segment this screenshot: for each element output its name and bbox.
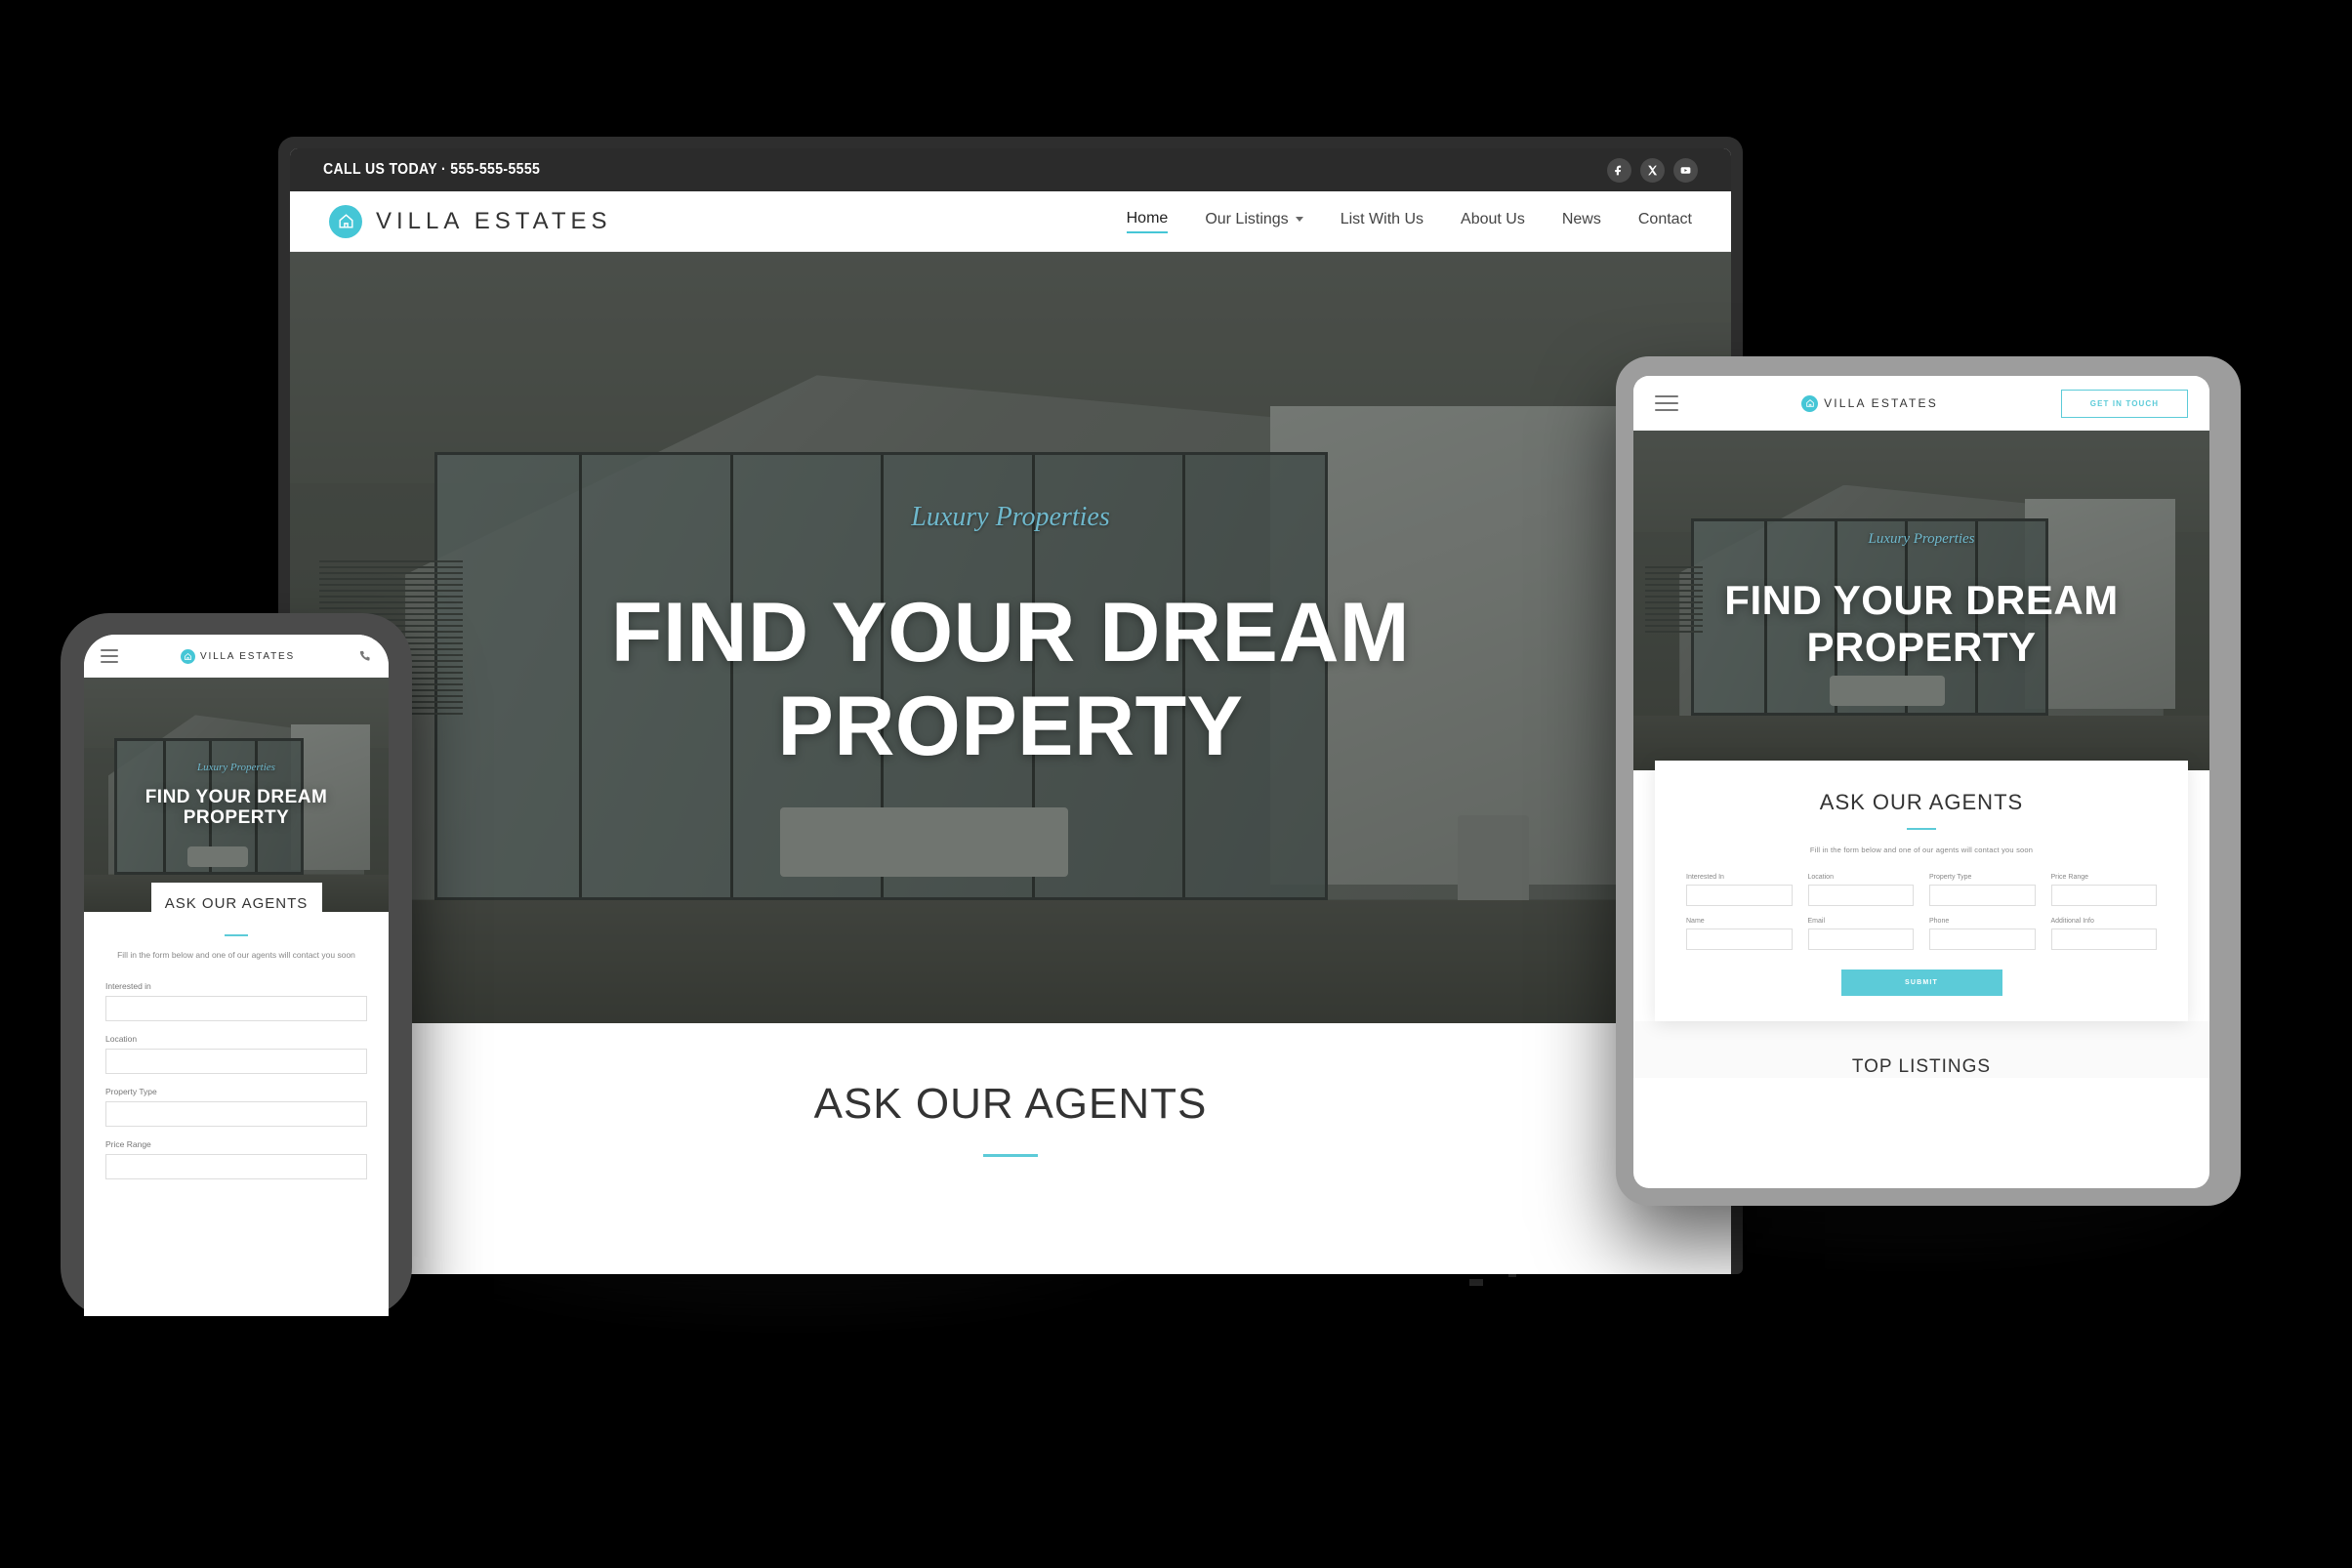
hero-eyebrow: Luxury Properties xyxy=(197,761,275,773)
property-type-input[interactable] xyxy=(1929,885,2036,906)
call-us-text: CALL US TODAY · 555-555-5555 xyxy=(323,161,541,178)
mobile-hero: Luxury Properties FIND YOUR DREAM PROPER… xyxy=(84,678,389,912)
get-in-touch-button[interactable]: GET IN TOUCH xyxy=(2061,389,2188,418)
tablet-ask-agents-card: ASK OUR AGENTS Fill in the form below an… xyxy=(1655,761,2188,1021)
field-phone: Phone xyxy=(1929,918,2036,950)
field-label: Email xyxy=(1807,918,1826,925)
form-title: ASK OUR AGENTS xyxy=(164,895,309,912)
submit-button[interactable]: SUBMIT xyxy=(1840,970,2002,996)
field-property-type: Property Type xyxy=(105,1087,367,1127)
price-range-input[interactable] xyxy=(105,1153,367,1179)
youtube-icon[interactable] xyxy=(1673,157,1698,183)
email-input[interactable] xyxy=(1807,928,1914,950)
nav-item-contact[interactable]: Contact xyxy=(1638,211,1692,232)
field-price-range: Price Range xyxy=(105,1139,367,1179)
field-price-range: Price Range xyxy=(2050,874,2157,906)
field-label: Name xyxy=(1686,918,1705,925)
house-icon xyxy=(1801,394,1819,412)
field-label: Property Type xyxy=(105,1086,157,1096)
desktop-topbar: CALL US TODAY · 555-555-5555 xyxy=(290,148,1731,191)
desktop-menu: Home Our Listings List With Us About Us … xyxy=(1126,210,1692,233)
field-label: Property Type xyxy=(1929,874,1972,881)
interested-in-input[interactable] xyxy=(1686,885,1793,906)
artifact-dot xyxy=(1469,1279,1483,1286)
desktop-navbar: VILLA ESTATES Home Our Listings List Wit… xyxy=(290,191,1731,252)
field-name: Name xyxy=(1686,918,1793,950)
chevron-down-icon xyxy=(1295,217,1303,222)
nav-item-our-listings[interactable]: Our Listings xyxy=(1205,210,1303,232)
title-underline xyxy=(1907,828,1936,830)
section-title: TOP LISTINGS xyxy=(1851,1056,1992,1077)
tablet-screen: VILLA ESTATES GET IN TOUCH Luxury Proper… xyxy=(1633,376,2209,1188)
form-subtitle: Fill in the form below and one of our ag… xyxy=(1809,846,2034,854)
field-label: Additional Info xyxy=(2050,918,2094,925)
field-additional-info: Additional Info xyxy=(2050,918,2157,950)
social-links xyxy=(1607,157,1698,183)
hero-eyebrow: Luxury Properties xyxy=(1868,531,1975,548)
price-range-input[interactable] xyxy=(2050,885,2157,906)
nav-item-our-listings-label: Our Listings xyxy=(1205,210,1289,227)
hamburger-menu-icon[interactable] xyxy=(101,649,118,663)
nav-item-news[interactable]: News xyxy=(1562,211,1601,232)
brand-logo[interactable]: VILLA ESTATES xyxy=(1801,394,1938,412)
field-location: Location xyxy=(1807,874,1914,906)
desktop-preview: CALL US TODAY · 555-555-5555 VILLA ESTAT… xyxy=(278,137,1743,1274)
brand-name: VILLA ESTATES xyxy=(376,207,612,234)
hero-title: FIND YOUR DREAM PROPERTY xyxy=(610,585,1411,773)
house-icon xyxy=(181,648,196,664)
tablet-form-grid: Interested In Location Property Type Pri… xyxy=(1686,874,2157,950)
location-input[interactable] xyxy=(105,1048,367,1074)
property-type-input[interactable] xyxy=(105,1100,367,1127)
brand-logo[interactable]: VILLA ESTATES xyxy=(329,204,612,238)
field-label: Price Range xyxy=(105,1138,151,1149)
showcase-stage: CALL US TODAY · 555-555-5555 VILLA ESTAT… xyxy=(0,0,2352,1568)
mobile-form-title-tab: ASK OUR AGENTS xyxy=(150,883,322,923)
field-email: Email xyxy=(1807,918,1914,950)
additional-info-input[interactable] xyxy=(2050,928,2157,950)
field-location: Location xyxy=(105,1034,367,1074)
brand-name: VILLA ESTATES xyxy=(200,650,295,662)
nav-item-home[interactable]: Home xyxy=(1126,210,1169,233)
desktop-hero: Luxury Properties FIND YOUR DREAM PROPER… xyxy=(290,252,1731,1023)
title-underline xyxy=(983,1154,1038,1157)
title-underline xyxy=(225,934,248,936)
nav-item-list-with-us[interactable]: List With Us xyxy=(1341,211,1424,232)
x-twitter-icon[interactable] xyxy=(1640,157,1665,183)
field-property-type: Property Type xyxy=(1929,874,2036,906)
desktop-screen: CALL US TODAY · 555-555-5555 VILLA ESTAT… xyxy=(290,148,1731,1274)
field-interested-in: Interested In xyxy=(1686,874,1793,906)
field-label: Location xyxy=(1807,874,1834,881)
form-title: ASK OUR AGENTS xyxy=(1819,790,2024,814)
hero-title: FIND YOUR DREAM PROPERTY xyxy=(144,786,328,828)
name-input[interactable] xyxy=(1686,928,1793,950)
tablet-hero: Luxury Properties FIND YOUR DREAM PROPER… xyxy=(1633,431,2209,770)
house-icon xyxy=(329,204,362,238)
brand-logo[interactable]: VILLA ESTATES xyxy=(181,648,295,664)
phone-input[interactable] xyxy=(1929,928,2036,950)
field-label: Phone xyxy=(1929,918,1950,925)
tablet-preview: VILLA ESTATES GET IN TOUCH Luxury Proper… xyxy=(1616,356,2241,1206)
section-title: ASK OUR AGENTS xyxy=(813,1080,1208,1128)
field-label: Price Range xyxy=(2050,874,2089,881)
location-input[interactable] xyxy=(1807,885,1914,906)
hero-title: FIND YOUR DREAM PROPERTY xyxy=(1724,577,2119,670)
field-label: Location xyxy=(105,1033,138,1044)
hero-eyebrow: Luxury Properties xyxy=(911,501,1110,532)
brand-name: VILLA ESTATES xyxy=(1824,396,1938,410)
tablet-top-listings-section: TOP LISTINGS xyxy=(1633,1021,2209,1078)
field-label: Interested In xyxy=(1686,874,1724,881)
nav-item-about-us[interactable]: About Us xyxy=(1461,211,1525,232)
facebook-icon[interactable] xyxy=(1607,157,1631,183)
desktop-ask-agents-section: ASK OUR AGENTS xyxy=(290,1023,1731,1157)
